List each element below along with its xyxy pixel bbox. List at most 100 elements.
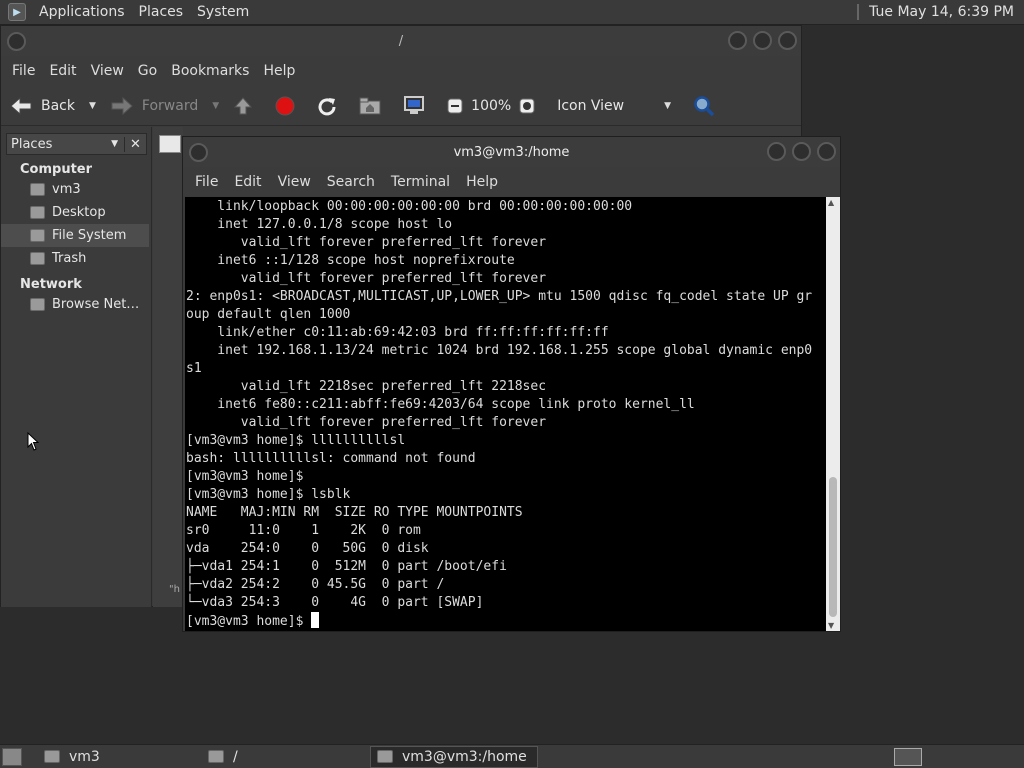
menu-go[interactable]: Go bbox=[131, 63, 164, 79]
menu-search[interactable]: Search bbox=[319, 174, 383, 190]
terminal-line: link/loopback 00:00:00:00:00:00 brd 00:0… bbox=[186, 199, 633, 214]
terminal-cursor bbox=[311, 612, 320, 628]
terminal-line: ├─vda1 254:1 0 512M 0 part /boot/efi bbox=[186, 559, 507, 574]
taskbar-item-terminal[interactable]: vm3@vm3:/home bbox=[370, 745, 538, 768]
terminal-line: 2: enp0s1: <BROADCAST,MULTICAST,UP,LOWER… bbox=[186, 289, 813, 304]
menu-file[interactable]: File bbox=[187, 174, 226, 190]
window-title: / bbox=[398, 33, 404, 49]
terminal-output[interactable]: link/loopback 00:00:00:00:00:00 brd 00:0… bbox=[185, 197, 826, 631]
menu-view[interactable]: View bbox=[84, 63, 131, 79]
menu-bookmarks[interactable]: Bookmarks bbox=[164, 63, 256, 79]
minimize-button[interactable] bbox=[767, 142, 786, 161]
close-button[interactable] bbox=[778, 31, 797, 50]
scroll-up-arrow-icon[interactable]: ▲ bbox=[828, 198, 834, 207]
forward-arrow-icon bbox=[110, 96, 134, 116]
file-manager-menubar: File Edit View Go Bookmarks Help bbox=[1, 56, 801, 86]
menu-help[interactable]: Help bbox=[256, 63, 302, 79]
file-manager-toolbar: Back ▼ Forward ▼ 100% Icon View ▼ bbox=[1, 86, 801, 126]
folder-icon bbox=[208, 750, 224, 763]
menu-applications[interactable]: Applications bbox=[32, 4, 132, 20]
up-button[interactable] bbox=[233, 96, 261, 116]
show-desktop-icon[interactable] bbox=[2, 747, 22, 766]
window-menu-button[interactable] bbox=[189, 143, 208, 162]
terminal-line: link/ether c0:11:ab:69:42:03 brd ff:ff:f… bbox=[186, 325, 609, 340]
sidebar-item-vm3[interactable]: vm3 bbox=[1, 178, 151, 201]
window-menu-button[interactable] bbox=[7, 32, 26, 51]
mouse-pointer-icon bbox=[27, 431, 40, 456]
menu-edit[interactable]: Edit bbox=[42, 63, 83, 79]
stop-button[interactable] bbox=[275, 96, 303, 116]
menu-help[interactable]: Help bbox=[458, 174, 506, 190]
menu-view[interactable]: View bbox=[270, 174, 319, 190]
trash-icon bbox=[30, 252, 45, 265]
zoom-in-icon[interactable] bbox=[519, 98, 535, 114]
menu-terminal[interactable]: Terminal bbox=[383, 174, 458, 190]
terminal-line: sr0 11:0 1 2K 0 rom bbox=[186, 523, 421, 538]
menu-system[interactable]: System bbox=[190, 4, 256, 20]
home-button[interactable] bbox=[359, 97, 389, 115]
maximize-button[interactable] bbox=[792, 142, 811, 161]
stop-icon bbox=[275, 96, 295, 116]
places-sidebar: Places ▼ ✕ Computer vm3 Desktop File Sys… bbox=[1, 127, 152, 607]
terminal-line: └─vda3 254:3 0 4G 0 part [SWAP] bbox=[186, 595, 484, 610]
terminal-line: valid_lft forever preferred_lft forever bbox=[186, 235, 547, 250]
terminal-titlebar[interactable]: vm3@vm3:/home bbox=[183, 137, 840, 167]
sidebar-section-computer: Computer bbox=[20, 162, 93, 177]
terminal-line: inet6 fe80::c211:abff:fe69:4203/64 scope… bbox=[186, 397, 695, 412]
view-mode-select[interactable]: Icon View ▼ bbox=[557, 98, 671, 114]
sidebar-item-label: Trash bbox=[52, 251, 87, 266]
menu-file[interactable]: File bbox=[5, 63, 42, 79]
terminal-prompt-line[interactable]: [vm3@vm3 home]$ bbox=[186, 612, 826, 631]
back-arrow-icon bbox=[9, 96, 33, 116]
menu-places[interactable]: Places bbox=[132, 4, 191, 20]
terminal-line: [vm3@vm3 home]$ bbox=[186, 469, 304, 484]
home-folder-icon bbox=[359, 97, 381, 115]
maximize-button[interactable] bbox=[753, 31, 772, 50]
zoom-level: 100% bbox=[471, 97, 512, 114]
sidebar-section-network: Network bbox=[20, 277, 82, 292]
minimize-button[interactable] bbox=[728, 31, 747, 50]
taskbar-item-label: vm3@vm3:/home bbox=[402, 748, 527, 765]
sidebar-item-browse-network[interactable]: Browse Net… bbox=[1, 293, 151, 316]
forward-button[interactable]: Forward ▼ bbox=[110, 96, 219, 116]
terminal-line: bash: llllllllllsl: command not found bbox=[186, 451, 476, 466]
taskbar-item-label: vm3 bbox=[69, 748, 100, 765]
sidebar-item-label: vm3 bbox=[52, 182, 81, 197]
sidebar-selector[interactable]: Places ▼ ✕ bbox=[6, 133, 147, 155]
sidebar-item-desktop[interactable]: Desktop bbox=[1, 201, 151, 224]
search-button[interactable] bbox=[685, 95, 723, 117]
search-icon bbox=[693, 95, 715, 117]
close-button[interactable] bbox=[817, 142, 836, 161]
close-sidebar-icon[interactable]: ✕ bbox=[124, 136, 146, 152]
location-edit-icon[interactable] bbox=[159, 135, 181, 153]
terminal-line: oup default qlen 1000 bbox=[186, 307, 351, 322]
forward-history-dropdown-icon[interactable]: ▼ bbox=[212, 101, 219, 111]
scroll-down-arrow-icon[interactable]: ▼ bbox=[828, 621, 834, 630]
distro-logo-icon[interactable]: ▶ bbox=[8, 3, 26, 21]
reload-button[interactable] bbox=[317, 96, 345, 116]
sidebar-item-file-system[interactable]: File System bbox=[1, 224, 149, 247]
terminal-scrollbar[interactable]: ▲ ▼ bbox=[826, 197, 840, 631]
scrollbar-thumb[interactable] bbox=[829, 477, 837, 617]
sidebar-item-trash[interactable]: Trash bbox=[1, 247, 151, 270]
terminal-line: ├─vda2 254:2 0 45.5G 0 part / bbox=[186, 577, 445, 592]
back-button[interactable]: Back ▼ bbox=[9, 96, 96, 116]
harddisk-icon bbox=[30, 229, 45, 242]
home-folder-icon bbox=[44, 750, 60, 763]
file-manager-titlebar[interactable]: / bbox=[1, 26, 801, 56]
sidebar-item-label: File System bbox=[52, 228, 127, 243]
terminal-line: [vm3@vm3 home]$ lsblk bbox=[186, 487, 351, 502]
file-view-area[interactable]: "h bbox=[153, 127, 183, 607]
menu-edit[interactable]: Edit bbox=[226, 174, 269, 190]
taskbar-item-vm3[interactable]: vm3 bbox=[37, 745, 197, 768]
top-panel: ▶ Applications Places System Tue May 14,… bbox=[0, 0, 1024, 25]
taskbar-item-root-folder[interactable]: / bbox=[201, 745, 366, 768]
zoom-out-icon[interactable] bbox=[447, 98, 463, 114]
back-history-dropdown-icon[interactable]: ▼ bbox=[89, 101, 96, 111]
terminal-line: NAME MAJ:MIN RM SIZE RO TYPE MOUNTPOINTS bbox=[186, 505, 523, 520]
computer-button[interactable] bbox=[403, 95, 433, 116]
terminal-prompt: [vm3@vm3 home]$ bbox=[186, 614, 312, 629]
workspace-switcher[interactable] bbox=[894, 747, 922, 766]
clock[interactable]: Tue May 14, 6:39 PM bbox=[857, 4, 1024, 20]
terminal-line: inet 127.0.0.1/8 scope host lo bbox=[186, 217, 453, 232]
